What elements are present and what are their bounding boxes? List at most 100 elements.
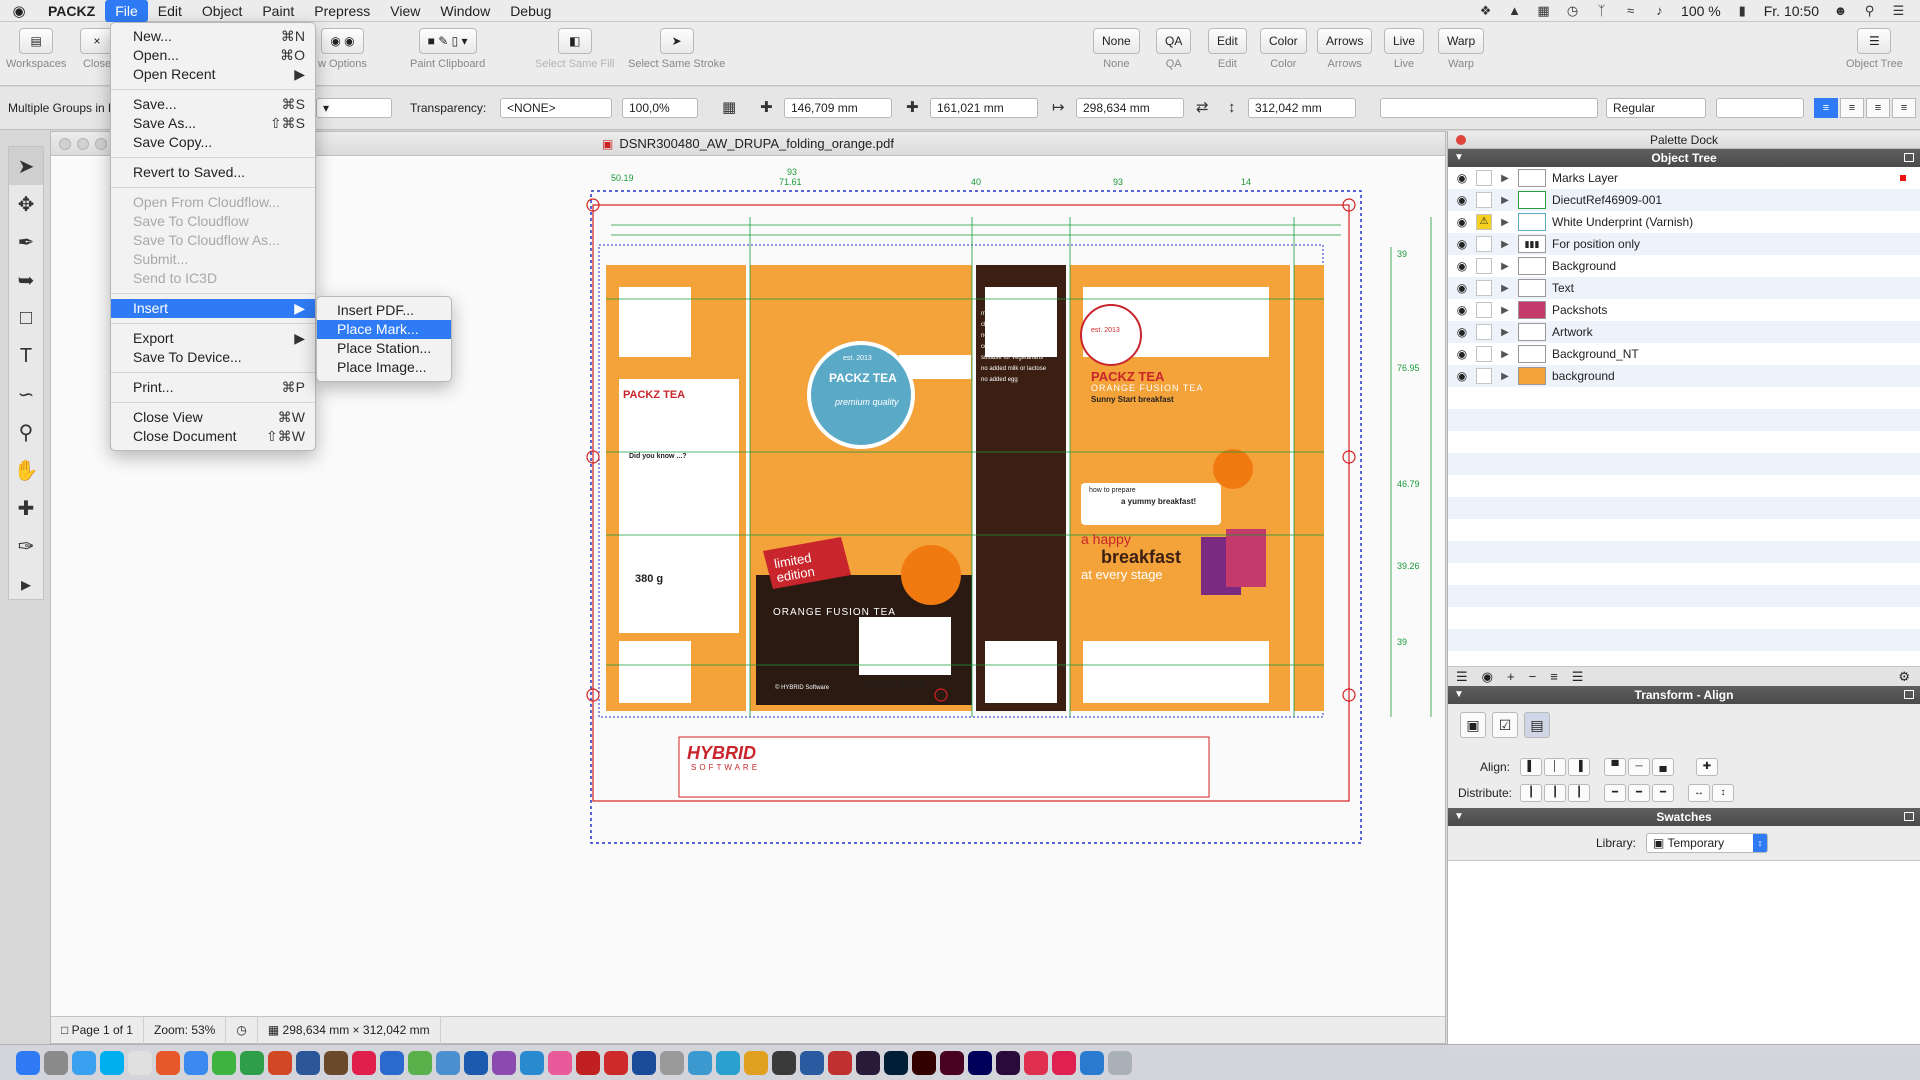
expand-triangle-icon[interactable]: ▶ [1492, 261, 1518, 272]
audition-icon[interactable] [968, 1050, 992, 1075]
app-icon[interactable] [1052, 1050, 1076, 1075]
align-top-edges-icon[interactable]: ▀ [1604, 758, 1626, 776]
lock-toggle[interactable] [1476, 368, 1492, 384]
notification-icon[interactable]: ☰ [1891, 4, 1906, 17]
font-family-select[interactable] [1380, 98, 1598, 118]
menu-open[interactable]: Open... ⌘O [111, 46, 315, 65]
font-style-select[interactable]: Regular [1606, 98, 1706, 118]
drive-icon[interactable]: ▲ [1507, 4, 1522, 17]
width-field[interactable]: 298,634 mm [1076, 98, 1184, 118]
view-options-icon[interactable]: ◉ ◉ [321, 28, 364, 54]
app-icon[interactable] [576, 1050, 600, 1075]
panel-menu-icon[interactable] [1904, 153, 1914, 162]
distribute-bottom-icon[interactable]: ━ [1652, 784, 1674, 802]
align-h-center-icon[interactable]: │ [1544, 758, 1566, 776]
menu-save-as[interactable]: Save As... ⇧⌘S [111, 114, 315, 133]
menu-save[interactable]: Save... ⌘S [111, 95, 315, 114]
swatches-list[interactable] [1448, 860, 1920, 1056]
menu-close-document[interactable]: Close Document ⇧⌘W [111, 427, 315, 446]
align-left-button[interactable]: ≡ [1814, 98, 1838, 118]
lasso-tool-icon[interactable]: ∽ [9, 375, 43, 413]
reference-point-icon[interactable]: ▦ [722, 99, 736, 117]
distribute-right-icon[interactable]: ┃ [1568, 784, 1590, 802]
panel-menu-icon[interactable] [1904, 690, 1914, 699]
move-tool-icon[interactable]: ✥ [9, 185, 43, 223]
select-tool-icon[interactable]: ➤ [9, 147, 43, 185]
indesign-icon[interactable] [940, 1050, 964, 1075]
eyedropper-tool-icon[interactable]: ✑ [9, 527, 43, 565]
eye-icon[interactable]: ◉ [1452, 193, 1472, 207]
menu-place-image[interactable]: Place Image... [317, 358, 451, 377]
tree-row[interactable]: ◉ ▶ Background [1448, 255, 1920, 277]
ruler-tool-icon[interactable]: ▸ [9, 565, 43, 603]
settings-gear-icon[interactable]: ⚙ [1898, 669, 1910, 685]
appstore-icon[interactable] [520, 1050, 544, 1075]
clock[interactable]: Fr. 10:50 [1764, 3, 1819, 19]
menu-save-copy[interactable]: Save Copy... [111, 133, 315, 152]
zoom-indicator[interactable]: Zoom: 53% [144, 1016, 227, 1044]
collapse-triangle-icon[interactable]: ▼ [1454, 149, 1464, 167]
x-field[interactable]: 146,709 mm [784, 98, 892, 118]
app-icon[interactable] [604, 1050, 628, 1075]
mode-warp-button[interactable]: Warp [1438, 28, 1485, 54]
eye-icon[interactable]: ◉ [1452, 303, 1472, 317]
align-justify-button[interactable]: ≡ [1892, 98, 1916, 118]
zoom-tool-icon[interactable]: ⚲ [9, 413, 43, 451]
distribute-left-icon[interactable]: ┃ [1520, 784, 1542, 802]
visibility-icon[interactable]: ◉ [1482, 669, 1493, 685]
sql-icon[interactable] [800, 1050, 824, 1075]
mode-live-button[interactable]: Live [1384, 28, 1425, 54]
eye-icon[interactable]: ◉ [1452, 281, 1472, 295]
mode-color-button[interactable]: Color [1260, 28, 1307, 54]
distribute-spacing-h-icon[interactable]: ↔ [1688, 784, 1710, 802]
app-icon[interactable] [464, 1050, 488, 1075]
object-tree-group[interactable]: ☰ Object Tree [1846, 28, 1903, 70]
tree-row[interactable]: ◉ ▶ background [1448, 365, 1920, 387]
app-status-icon[interactable]: ▦ [1536, 4, 1551, 17]
timemachine-icon[interactable]: ◷ [1565, 4, 1580, 17]
object-tree-header[interactable]: ▼ Object Tree [1448, 149, 1920, 167]
mode-live-group[interactable]: Live Live [1384, 28, 1425, 70]
dropbox-icon[interactable]: ❖ [1478, 4, 1493, 17]
chrome-icon[interactable] [128, 1050, 152, 1075]
mode-arrows-group[interactable]: Arrows Arrows [1317, 28, 1373, 70]
lock-toggle[interactable] [1476, 170, 1492, 186]
tree-row[interactable]: ◉ ▶ Packshots [1448, 299, 1920, 321]
expand-triangle-icon[interactable]: ▶ [1492, 239, 1518, 250]
mode-arrows-button[interactable]: Arrows [1317, 28, 1373, 54]
user-icon[interactable]: ☻ [1833, 4, 1848, 17]
menu-open-recent[interactable]: Open Recent ▶ [111, 65, 315, 84]
menu-edit[interactable]: Edit [148, 0, 192, 22]
rectangle-tool-icon[interactable]: □ [9, 299, 43, 337]
menu-prepress[interactable]: Prepress [304, 0, 380, 22]
mode-qa-button[interactable]: QA [1156, 28, 1192, 54]
layer-name[interactable]: Packshots [1552, 303, 1607, 317]
menu-export[interactable]: Export ▶ [111, 329, 315, 348]
layers-icon[interactable]: ☰ [1572, 669, 1584, 685]
terminal-icon[interactable] [772, 1050, 796, 1075]
menu-debug[interactable]: Debug [500, 0, 561, 22]
layer-name[interactable]: White Underprint (Varnish) [1552, 215, 1693, 229]
layer-name[interactable]: background [1552, 369, 1615, 383]
hand-tool-icon[interactable]: ✋ [9, 451, 43, 489]
measure-tool-icon[interactable]: ✚ [9, 489, 43, 527]
firefox-icon[interactable] [156, 1050, 180, 1075]
music-icon[interactable] [548, 1050, 572, 1075]
list-view-icon[interactable]: ☰ [1456, 669, 1468, 685]
menu-file[interactable]: File [105, 0, 148, 22]
tree-row[interactable]: ◉ ▶ DiecutRef46909-001 [1448, 189, 1920, 211]
blend-mode-select[interactable]: ▾ [316, 98, 392, 118]
bluetooth-icon[interactable]: ᛉ [1594, 4, 1609, 17]
align-center-button[interactable]: ≡ [1840, 98, 1864, 118]
window-minimize-button[interactable] [77, 138, 89, 150]
y-field[interactable]: 161,021 mm [930, 98, 1038, 118]
apple-menu-icon[interactable]: ◉ [0, 2, 38, 20]
select-same-fill-group[interactable]: ◧ Select Same Fill [535, 28, 614, 70]
menu-place-mark[interactable]: Place Mark... [317, 320, 451, 339]
mode-color-group[interactable]: Color Color [1260, 28, 1307, 70]
tree-row[interactable]: ◉ ▶ Artwork [1448, 321, 1920, 343]
window-close-button[interactable] [59, 138, 71, 150]
align-left-edges-icon[interactable]: ▌ [1520, 758, 1542, 776]
expand-triangle-icon[interactable]: ▶ [1492, 217, 1518, 228]
layer-name[interactable]: DiecutRef46909-001 [1552, 193, 1662, 207]
